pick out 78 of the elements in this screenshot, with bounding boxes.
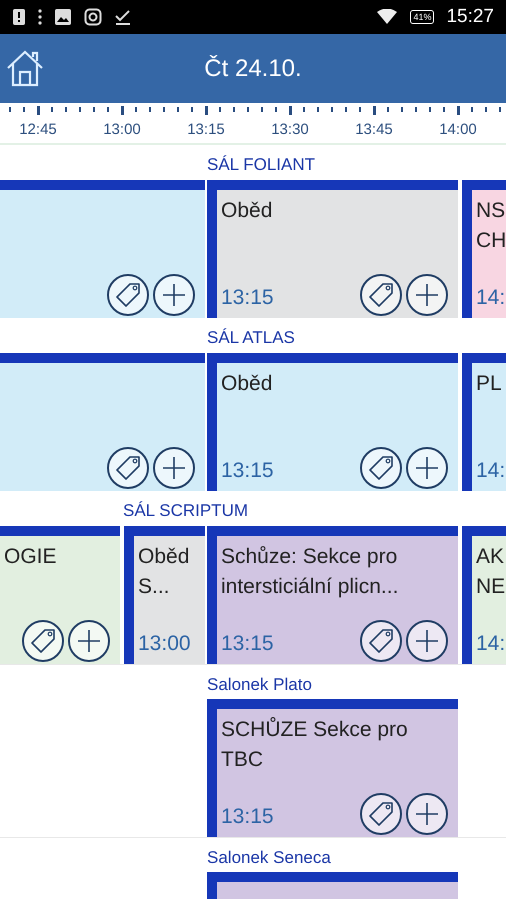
tag-button[interactable]	[360, 793, 402, 835]
battery-indicator: 41%	[410, 10, 434, 24]
add-button[interactable]	[406, 793, 448, 835]
plus-icon	[75, 627, 103, 655]
event-title: OGIE	[3, 544, 58, 570]
event-title: Oběd	[221, 198, 274, 224]
event-title: Oběd	[221, 371, 274, 397]
room-name: SÁL ATLAS	[207, 327, 295, 349]
event-title: Oběd S...	[138, 544, 190, 600]
add-button[interactable]	[406, 447, 448, 489]
clock-time: 15:27	[446, 4, 494, 29]
event-time: 14:	[476, 459, 506, 483]
more-icon	[38, 9, 42, 25]
tag-icon	[28, 626, 58, 656]
wifi-icon	[376, 9, 398, 25]
event-card[interactable]: Oběd 13:15	[207, 180, 458, 318]
event-card[interactable]: Oběd S... 13:00	[124, 526, 205, 664]
add-button[interactable]	[153, 447, 195, 489]
event-card[interactable]: OGIE	[0, 526, 120, 664]
plus-icon	[413, 454, 441, 482]
plus-icon	[413, 281, 441, 309]
plus-icon	[160, 281, 188, 309]
event-time: 13:15	[221, 632, 274, 656]
time-label: 13:00	[102, 120, 142, 140]
event-time: 13:00	[138, 632, 191, 656]
tag-button[interactable]	[360, 447, 402, 489]
event-title: PL	[476, 371, 503, 397]
tag-button[interactable]	[107, 447, 149, 489]
time-label: 13:15	[186, 120, 226, 140]
room-name: SÁL SCRIPTUM	[123, 500, 248, 522]
tag-button[interactable]	[22, 620, 64, 662]
event-card[interactable]: Schůze: Sekce pro intersticiální plicn... 13:15	[207, 526, 458, 664]
event-title: NS CH	[476, 198, 506, 254]
room-name: Salonek Plato	[207, 674, 312, 696]
image-icon	[54, 8, 72, 26]
event-title: AK NE	[476, 544, 506, 600]
event-title: Schůze: Sekce pro intersticiální plicn...	[221, 544, 400, 600]
time-label: 14:00	[438, 120, 478, 140]
add-button[interactable]	[406, 274, 448, 316]
tag-icon	[113, 453, 143, 483]
notification-icon	[12, 8, 26, 26]
time-label: 12:45	[18, 120, 58, 140]
time-label: 13:30	[270, 120, 310, 140]
tag-icon	[366, 626, 396, 656]
event-time: 13:15	[221, 805, 274, 829]
date-title: Čt 24.10.	[204, 54, 302, 84]
add-button[interactable]	[406, 620, 448, 662]
tag-button[interactable]	[107, 274, 149, 316]
room-name: Salonek Seneca	[207, 847, 331, 869]
event-time: 14:	[476, 286, 506, 310]
event-card[interactable]: SCHŮZE Sekce pro TBC 13:15	[207, 699, 458, 837]
time-label: 13:45	[354, 120, 394, 140]
room-name: SÁL FOLIANT	[207, 154, 316, 176]
event-card[interactable]: Oběd 13:15	[207, 353, 458, 491]
tag-icon	[366, 799, 396, 829]
plus-icon	[413, 800, 441, 828]
plus-icon	[160, 454, 188, 482]
event-card[interactable]	[207, 872, 458, 899]
tag-button[interactable]	[360, 274, 402, 316]
event-card[interactable]	[0, 353, 205, 491]
home-icon	[5, 48, 45, 88]
add-button[interactable]	[153, 274, 195, 316]
event-time: 14:	[476, 632, 506, 656]
tag-button[interactable]	[360, 620, 402, 662]
event-card[interactable]: AK NE 14:	[462, 526, 506, 664]
tag-icon	[366, 280, 396, 310]
tag-icon	[113, 280, 143, 310]
download-done-icon	[114, 8, 132, 26]
plus-icon	[413, 627, 441, 655]
camera-icon	[84, 8, 102, 26]
event-card[interactable]	[0, 180, 205, 318]
tag-icon	[366, 453, 396, 483]
event-title: SCHŮZE Sekce pro TBC	[221, 716, 409, 773]
event-time: 13:15	[221, 459, 274, 483]
event-time: 13:15	[221, 286, 274, 310]
event-card[interactable]: NS CH 14:	[462, 180, 506, 318]
event-card[interactable]: PL 14:	[462, 353, 506, 491]
add-button[interactable]	[68, 620, 110, 662]
